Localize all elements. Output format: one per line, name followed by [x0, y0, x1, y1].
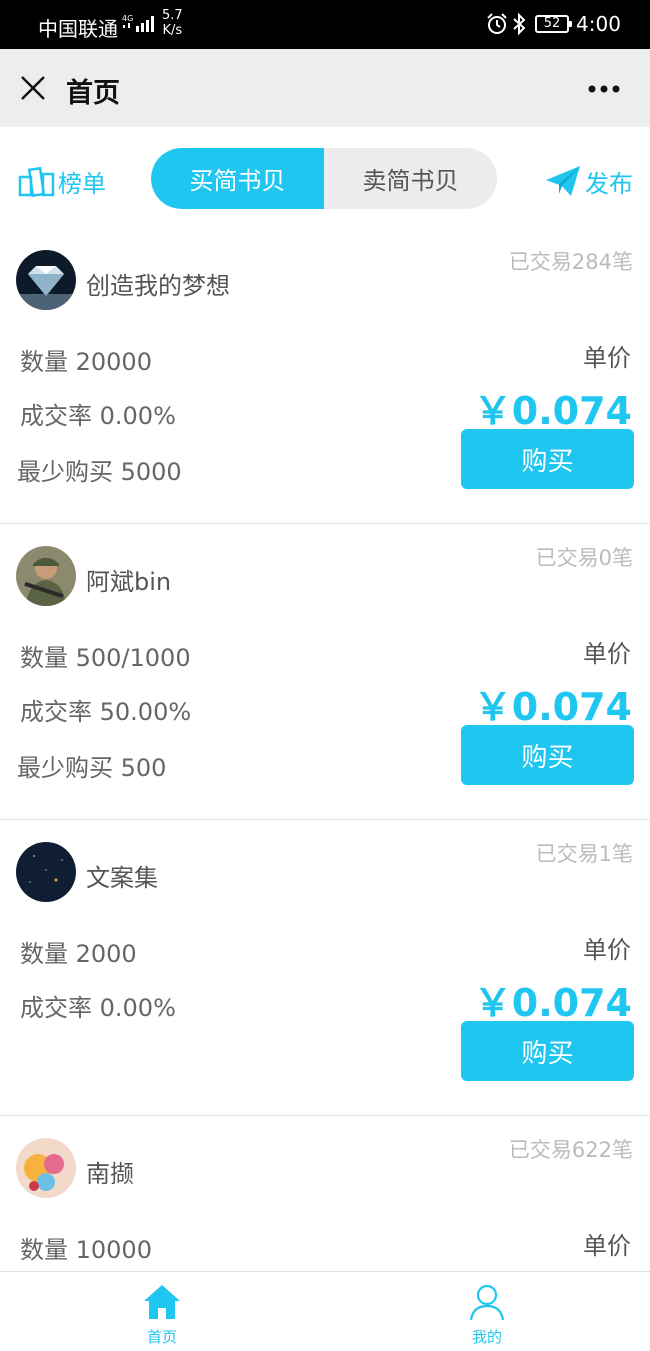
unit-price-label: 单价 — [583, 344, 631, 372]
clock: 4:00 — [576, 12, 621, 36]
avatar[interactable] — [16, 842, 76, 902]
more-options-icon[interactable] — [584, 77, 624, 101]
min-purchase: 最少购买 5000 — [17, 458, 182, 486]
unit-price: ￥0.074 — [473, 685, 632, 729]
signal-icon: 4G — [122, 14, 154, 32]
trade-count: 已交易622笔 — [508, 1138, 633, 1162]
avatar[interactable] — [16, 546, 76, 606]
soldier-avatar-image — [16, 546, 76, 606]
avatar[interactable] — [16, 250, 76, 310]
username: 文案集 — [86, 864, 158, 892]
colorful-avatar-image — [16, 1138, 76, 1198]
rank-label: 榜单 — [58, 169, 106, 198]
buy-button[interactable]: 购买 — [461, 1021, 634, 1081]
listing-card: 创造我的梦想 已交易284笔 数量 20000 成交率 0.00% 最少购买 5… — [0, 228, 650, 524]
battery-indicator: 52 — [535, 15, 572, 33]
night-sky-avatar-image — [16, 842, 76, 902]
username: 南撷 — [86, 1160, 134, 1188]
paper-plane-icon — [546, 166, 580, 196]
status-bar: 中国联通 4G 5.7 K/s 52 4:00 — [0, 0, 650, 49]
app-header: 首页 — [0, 49, 650, 127]
min-purchase: 最少购买 500 — [17, 754, 167, 782]
quantity: 数量 500/1000 — [20, 644, 191, 672]
unit-price-label: 单价 — [583, 936, 631, 964]
listing-card: 文案集 已交易1笔 数量 2000 成交率 0.00% 单价 ￥0.074 购买 — [0, 820, 650, 1116]
buy-button[interactable]: 购买 — [461, 725, 634, 785]
speed-value: 5.7 — [162, 8, 183, 23]
diamond-avatar-image — [16, 250, 76, 310]
network-speed: 5.7 K/s — [162, 8, 183, 38]
home-icon — [144, 1285, 180, 1319]
tab-buy[interactable]: 买简书贝 — [151, 148, 324, 209]
close-icon[interactable] — [18, 73, 48, 103]
unit-price: ￥0.074 — [473, 389, 632, 433]
username: 阿斌bin — [86, 568, 172, 596]
nav-mine[interactable]: 我的 — [457, 1282, 517, 1347]
unit-price-label: 单价 — [583, 1232, 631, 1260]
network-type: 4G — [122, 14, 133, 23]
user-icon — [469, 1284, 505, 1321]
deal-rate: 成交率 0.00% — [20, 402, 176, 430]
unit-price-label: 单价 — [583, 640, 631, 668]
nav-home[interactable]: 首页 — [132, 1282, 192, 1347]
publish-label: 发布 — [585, 169, 633, 198]
page-title: 首页 — [66, 78, 120, 109]
toolbar: 榜单 买简书贝 卖简书贝 发布 — [0, 127, 650, 232]
nav-home-label: 首页 — [146, 1328, 177, 1346]
avatar[interactable] — [16, 1138, 76, 1198]
alarm-icon — [487, 13, 507, 34]
tab-sell[interactable]: 卖简书贝 — [324, 148, 497, 209]
bottom-nav: 首页 我的 — [0, 1271, 650, 1351]
buy-button[interactable]: 购买 — [461, 429, 634, 489]
unit-price: ￥0.074 — [473, 981, 632, 1025]
publish-button[interactable]: 发布 — [545, 161, 633, 201]
bluetooth-icon — [513, 12, 526, 36]
trade-count: 已交易284笔 — [508, 250, 633, 274]
buy-sell-switch: 买简书贝 卖简书贝 — [151, 148, 497, 209]
deal-rate: 成交率 50.00% — [20, 698, 192, 726]
carrier-name: 中国联通 — [38, 17, 118, 41]
username: 创造我的梦想 — [86, 272, 230, 300]
nav-mine-label: 我的 — [471, 1328, 502, 1346]
speed-unit: K/s — [162, 23, 183, 38]
trade-count: 已交易1笔 — [535, 842, 633, 866]
quantity: 数量 20000 — [20, 348, 152, 376]
trade-count: 已交易0笔 — [535, 546, 633, 570]
quantity: 数量 2000 — [20, 940, 137, 968]
listing-card: 阿斌bin 已交易0笔 数量 500/1000 成交率 50.00% 最少购买 … — [0, 524, 650, 820]
quantity: 数量 10000 — [20, 1236, 152, 1264]
ranking-icon — [18, 166, 55, 197]
rank-button[interactable]: 榜单 — [18, 163, 106, 199]
deal-rate: 成交率 0.00% — [20, 994, 176, 1022]
